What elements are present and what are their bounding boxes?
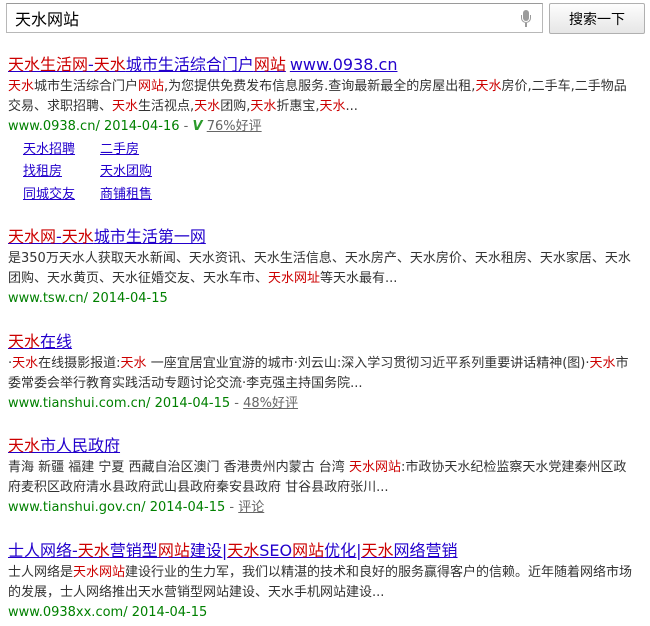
highlighted-keyword: 网站 bbox=[292, 541, 325, 560]
result-meta: www.tianshui.gov.cn/ 2014-04-15 - 评论 bbox=[8, 498, 638, 518]
highlighted-keyword: 天水 bbox=[227, 541, 260, 560]
highlighted-keyword: 天水 bbox=[93, 55, 126, 74]
sitelink[interactable]: 商铺租售 bbox=[100, 186, 152, 204]
result-title-line: 士人网络-天水营销型网站建设|天水SEO网站优化|天水网络营销 bbox=[8, 541, 638, 561]
text-segment: 团购, bbox=[220, 99, 251, 114]
sitelink[interactable]: 二手房 bbox=[100, 141, 139, 159]
search-result: 天水生活网-天水城市生活综合门户网站 www.0938.cn 天水城市生活综合门户… bbox=[8, 55, 638, 137]
result-meta: www.tsw.cn/ 2014-04-15 bbox=[8, 289, 638, 309]
highlighted-keyword: 天水 bbox=[77, 541, 110, 560]
result-title-line: 天水在线 bbox=[8, 332, 638, 352]
result-title-link[interactable]: 天水市人民政府 bbox=[8, 436, 120, 455]
highlighted-keyword: 天水网站 bbox=[348, 460, 401, 475]
sitelink[interactable]: 天水招聘 bbox=[23, 141, 75, 159]
result-meta: www.0938.cn/ 2014-04-16 - V 76%好评 bbox=[8, 117, 638, 137]
result-abstract: 是350万天水人获取天水新闻、天水资讯、天水生活信息、天水房产、天水房价、天水租… bbox=[8, 249, 638, 289]
result-comment-link[interactable]: 评论 bbox=[238, 500, 264, 515]
search-result: 士人网络-天水营销型网站建设|天水SEO网站优化|天水网络营销 士人网络是天水网… bbox=[8, 541, 638, 623]
result-rating[interactable]: 48%好评 bbox=[243, 396, 298, 411]
meta-separator: - bbox=[229, 500, 235, 515]
highlighted-keyword: 天水 bbox=[475, 79, 502, 94]
text-segment: 生活视点, bbox=[138, 99, 195, 114]
result-title-line: 天水市人民政府 bbox=[8, 436, 638, 456]
text-segment: ,为您提供免费发布信息服务.查询最新最全的房屋出租, bbox=[164, 79, 476, 94]
result-abstract: 士人网络是天水网站建设行业的生力军，我们以精湛的技术和良好的服务赢得客户的信赖。… bbox=[8, 563, 638, 603]
search-result: 天水在线 ·天水在线摄影报道:天水 一座宜居宜业宜游的城市·刘云山:深入学习贯彻… bbox=[8, 332, 638, 414]
text-segment: 优化| bbox=[324, 541, 362, 560]
result-url: www.tsw.cn/ bbox=[8, 291, 89, 306]
highlighted-keyword: 天水 bbox=[12, 356, 39, 371]
result-url: www.tianshui.com.cn/ bbox=[8, 396, 151, 411]
highlighted-keyword: 网站 bbox=[253, 55, 286, 74]
sitelink[interactable]: 天水团购 bbox=[100, 163, 152, 181]
result-meta: www.tianshui.com.cn/ 2014-04-15 - 48%好评 bbox=[8, 394, 638, 414]
highlighted-keyword: 天水 bbox=[319, 99, 346, 114]
highlighted-keyword: 天水 bbox=[361, 541, 394, 560]
result-url: www.0938xx.com/ bbox=[8, 605, 128, 620]
text-segment: 城市生活综合门户 bbox=[34, 79, 139, 94]
highlighted-keyword: 天水网址 bbox=[268, 271, 321, 286]
result-title-link[interactable]: 天水生活网-天水城市生活综合门户网站 bbox=[8, 55, 286, 74]
highlighted-keyword: 天水 bbox=[120, 356, 147, 371]
verified-v-icon[interactable]: V bbox=[193, 119, 203, 134]
highlighted-keyword: 天水 bbox=[8, 436, 41, 455]
text-segment: 在线 bbox=[40, 332, 73, 351]
result-title-line: 天水网-天水城市生活第一网 bbox=[8, 227, 638, 247]
text-segment: 一座宜居宜业宜游的城市·刘云山:深入学习贯彻习近平系列重要讲话精神(图)· bbox=[146, 356, 590, 371]
result-abstract: 天水城市生活综合门户网站,为您提供免费发布信息服务.查询最新最全的房屋出租,天水… bbox=[8, 77, 638, 117]
text-segment: 士人网络是 bbox=[8, 565, 74, 580]
highlighted-keyword: 天水 bbox=[112, 99, 139, 114]
highlighted-keyword: 天水 bbox=[61, 227, 94, 246]
sitelink[interactable]: 找租房 bbox=[23, 163, 62, 181]
text-segment: 建设| bbox=[189, 541, 228, 560]
text-segment: ... bbox=[345, 99, 358, 114]
highlighted-keyword: 网站 bbox=[138, 79, 165, 94]
result-url: www.tianshui.gov.cn/ bbox=[8, 500, 146, 515]
highlighted-keyword: 网站 bbox=[157, 541, 190, 560]
text-segment: 城市生活第一网 bbox=[93, 227, 206, 246]
result-date: 2014-04-15 bbox=[154, 396, 231, 411]
result-title-line: 天水生活网-天水城市生活综合门户网站 www.0938.cn bbox=[8, 55, 638, 75]
text-segment: 在线摄影报道: bbox=[38, 356, 121, 371]
result-title-url[interactable]: www.0938.cn bbox=[290, 55, 398, 74]
meta-separator: - bbox=[234, 396, 239, 411]
search-box[interactable] bbox=[6, 3, 543, 33]
text-segment: SEO bbox=[259, 541, 293, 560]
result-date: 2014-04-15 bbox=[131, 605, 208, 620]
highlighted-keyword: 天水 bbox=[589, 356, 616, 371]
result-rating[interactable]: 76%好评 bbox=[207, 119, 262, 134]
sitelink[interactable]: 同城交友 bbox=[23, 186, 75, 204]
result-abstract: 青海 新疆 福建 宁夏 西藏自治区澳门 香港贵州内蒙古 台湾 天水网站:市政协天… bbox=[8, 458, 638, 498]
highlighted-keyword: 天水网 bbox=[8, 227, 57, 246]
result-url: www.0938.cn/ bbox=[8, 119, 100, 134]
microphone-icon[interactable] bbox=[521, 10, 531, 28]
text-segment: 青海 新疆 福建 宁夏 西藏自治区澳门 香港贵州内蒙古 台湾 bbox=[8, 460, 349, 475]
highlighted-keyword: 天水 bbox=[8, 79, 35, 94]
highlighted-keyword: 天水网站 bbox=[73, 565, 126, 580]
highlighted-keyword: 天水 bbox=[8, 332, 41, 351]
highlighted-keyword: 天水 bbox=[194, 99, 221, 114]
result-title-link[interactable]: 士人网络-天水营销型网站建设|天水SEO网站优化|天水网络营销 bbox=[8, 541, 458, 560]
search-result: 天水市人民政府 青海 新疆 福建 宁夏 西藏自治区澳门 香港贵州内蒙古 台湾 天… bbox=[8, 436, 638, 518]
text-segment: 城市生活综合门户 bbox=[125, 55, 254, 74]
text-segment: 折惠宝, bbox=[276, 99, 320, 114]
meta-separator: - bbox=[183, 119, 189, 134]
text-segment: 士人网络- bbox=[8, 541, 78, 560]
search-button[interactable]: 搜索一下 bbox=[549, 3, 645, 34]
text-segment: 市人民政府 bbox=[40, 436, 121, 455]
result-abstract: ·天水在线摄影报道:天水 一座宜居宜业宜游的城市·刘云山:深入学习贯彻习近平系列… bbox=[8, 354, 638, 394]
text-segment: 等天水最有... bbox=[320, 271, 398, 286]
result-title-link[interactable]: 天水在线 bbox=[8, 332, 72, 351]
text-segment: 营销型 bbox=[109, 541, 158, 560]
search-input[interactable] bbox=[7, 4, 515, 32]
highlighted-keyword: 天水生活网 bbox=[8, 55, 89, 74]
result-date: 2014-04-15 bbox=[92, 291, 168, 306]
result-meta: www.0938xx.com/ 2014-04-15 bbox=[8, 603, 638, 623]
search-result: 天水网-天水城市生活第一网 是350万天水人获取天水新闻、天水资讯、天水生活信息… bbox=[8, 227, 638, 309]
result-date: 2014-04-15 bbox=[149, 500, 226, 515]
result-title-link[interactable]: 天水网-天水城市生活第一网 bbox=[8, 227, 206, 246]
text-segment: 网络营销 bbox=[393, 541, 458, 560]
highlighted-keyword: 天水 bbox=[250, 99, 277, 114]
result-date: 2014-04-16 bbox=[103, 119, 180, 134]
